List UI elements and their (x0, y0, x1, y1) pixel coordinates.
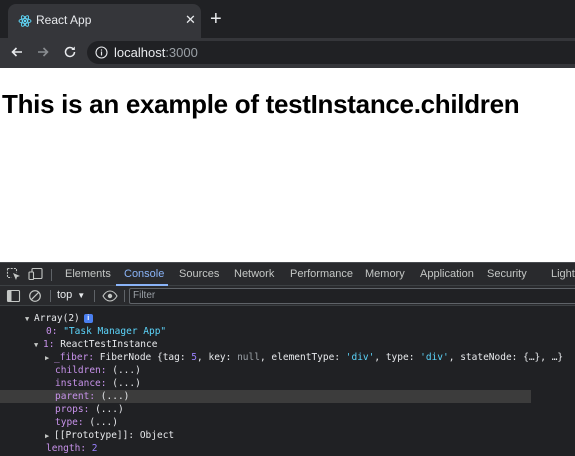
fiber-element-type: 'div' (345, 352, 375, 363)
browser-tab[interactable]: React App ✕ (8, 4, 201, 38)
item-key: 0: (46, 326, 58, 337)
info-badge[interactable]: i (83, 314, 93, 323)
fiber-value: , key: (197, 352, 238, 363)
device-toolbar-icon[interactable] (28, 267, 44, 281)
property-key: type: (55, 417, 84, 428)
item-key: 1: (43, 339, 55, 350)
length-value: 2 (91, 443, 98, 454)
item-value: ReactTestInstance (60, 339, 158, 350)
toolbar-divider (94, 290, 95, 302)
console-length-line: length: 2 (0, 442, 575, 455)
address-bar[interactable]: localhost:3000 (87, 41, 575, 64)
tab-application[interactable]: Application (420, 268, 474, 280)
fiber-type: 'div' (420, 352, 449, 363)
back-button[interactable] (6, 41, 28, 63)
page-heading: This is an example of testInstance.child… (2, 89, 520, 119)
toolbar-divider (51, 269, 52, 281)
info-icon[interactable] (95, 46, 108, 59)
tab-performance[interactable]: Performance (290, 268, 353, 280)
inspect-element-icon[interactable] (6, 267, 22, 281)
dropdown-arrow-icon: ▼ (77, 291, 86, 300)
getter-value[interactable]: (...) (101, 391, 130, 402)
property-key: props: (55, 404, 90, 415)
filter-input[interactable]: Filter (129, 288, 575, 304)
fiber-value: , stateNode: {…}, …} (448, 352, 564, 363)
getter-value[interactable]: (...) (112, 378, 141, 389)
tab-network[interactable]: Network (234, 268, 274, 280)
clear-console-icon[interactable] (28, 289, 44, 303)
sidebar-toggle-icon[interactable] (6, 289, 22, 303)
eye-icon[interactable] (102, 289, 118, 303)
tab-elements[interactable]: Elements (65, 268, 111, 280)
console-instance-line[interactable]: instance: (...) (0, 377, 575, 390)
console-props-line[interactable]: props: (...) (0, 403, 575, 416)
array-label: Array(2) (34, 313, 80, 324)
devtools-tab-bar: Elements Console Sources Network Perform… (0, 262, 575, 286)
fiber-value: FiberNode {tag: (99, 352, 192, 363)
toolbar-divider (124, 290, 125, 302)
prototype-value: Object (139, 430, 175, 441)
console-children-line[interactable]: children: (...) (0, 364, 575, 377)
property-key: [[Prototype]]: (54, 430, 135, 441)
reload-icon (64, 46, 76, 58)
url-text: localhost:3000 (114, 45, 198, 60)
console-type-line[interactable]: type: (...) (0, 416, 575, 429)
console-output: ▼ Array(2) i 0: "Task Manager App" ▼ 1: Rea… (0, 308, 575, 456)
property-key: instance: (55, 378, 107, 389)
forward-button[interactable] (32, 41, 54, 63)
getter-value[interactable]: (...) (95, 404, 124, 415)
fiber-value: , elementType: (259, 352, 346, 363)
fiber-key-value: null (237, 352, 260, 363)
arrow-right-icon (38, 47, 49, 57)
react-logo-icon (18, 15, 32, 27)
devtools-panel: Elements Console Sources Network Perform… (0, 262, 575, 456)
filter-placeholder: Filter (133, 290, 156, 301)
console-array-line[interactable]: ▼ Array(2) i (0, 312, 575, 325)
property-key: length: (46, 443, 87, 454)
console-fiber-line[interactable]: ▶ _fiber: FiberNode {tag: 5, key: null, e… (0, 351, 575, 364)
browser-tabstrip: React App ✕ + (0, 0, 575, 38)
new-tab-button[interactable]: + (210, 8, 222, 30)
console-parent-line[interactable]: parent: (...) (0, 390, 531, 403)
url-port: :3000 (165, 45, 198, 60)
tab-title: React App (36, 13, 92, 27)
console-toolbar: top ▼ Filter (0, 286, 575, 306)
context-selector[interactable]: top ▼ (57, 289, 85, 301)
reload-button[interactable] (59, 41, 81, 63)
tab-sources[interactable]: Sources (179, 268, 219, 280)
browser-toolbar: localhost:3000 (0, 38, 575, 68)
arrow-left-icon (11, 47, 22, 57)
property-key: parent: (55, 391, 96, 402)
tab-memory[interactable]: Memory (365, 268, 405, 280)
property-key: children: (55, 365, 107, 376)
console-item-0: 0: "Task Manager App" (0, 325, 575, 338)
item-value: "Task Manager App" (63, 326, 167, 337)
context-value: top (57, 289, 73, 301)
url-host: localhost (114, 45, 166, 60)
console-prototype-line[interactable]: ▶ [[Prototype]]: Object (0, 429, 575, 442)
close-tab-icon[interactable]: ✕ (185, 13, 196, 27)
property-key: _fiber: (54, 352, 95, 363)
tab-lighthouse[interactable]: Lighth (551, 268, 575, 280)
toolbar-divider (50, 290, 51, 302)
getter-value[interactable]: (...) (112, 365, 141, 376)
fiber-value: , type: (374, 352, 421, 363)
getter-value[interactable]: (...) (89, 417, 118, 428)
tab-console[interactable]: Console (124, 268, 164, 280)
console-item-1[interactable]: ▼ 1: ReactTestInstance (0, 338, 575, 351)
tab-security[interactable]: Security (487, 268, 527, 280)
